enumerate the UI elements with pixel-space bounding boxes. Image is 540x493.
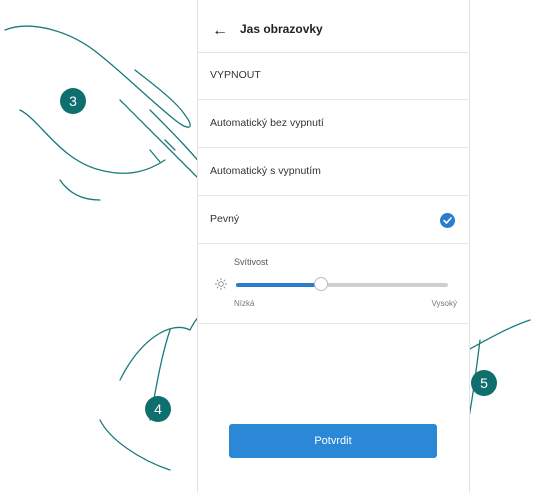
brightness-slider-fill — [236, 283, 321, 287]
option-label: Automatický bez vypnutí — [210, 117, 324, 129]
brightness-high-label: Vysoký — [431, 299, 458, 308]
option-row-pevny[interactable]: Pevný — [198, 196, 469, 244]
checkmark-icon — [440, 213, 455, 228]
option-label: VYPNOUT — [210, 69, 261, 81]
option-label: Automatický s vypnutím — [210, 165, 321, 177]
option-row-auto-no-off[interactable]: Automatický bez vypnutí — [198, 100, 469, 148]
screen-header: ← Jas obrazovky — [198, 12, 469, 53]
page-title: Jas obrazovky — [240, 22, 323, 36]
option-row-vypnout[interactable]: VYPNOUT — [198, 52, 469, 100]
confirm-button[interactable]: Potvrdit — [229, 424, 437, 458]
step-marker-4: 4 — [145, 396, 171, 422]
phone-screen: ← Jas obrazovky VYPNOUT Automatický bez … — [197, 0, 470, 493]
hand-illustration-3 — [4, 25, 216, 201]
step-marker-5: 5 — [471, 370, 497, 396]
option-row-auto-off[interactable]: Automatický s vypnutím — [198, 148, 469, 196]
brightness-slider-block: Svítivost Nízká Vysoký — [198, 245, 469, 324]
arrow-left-icon[interactable]: ← — [210, 21, 230, 41]
brightness-label: Svítivost — [234, 257, 269, 267]
option-label: Pevný — [210, 213, 240, 225]
sun-icon — [215, 278, 227, 290]
brightness-slider[interactable] — [236, 277, 448, 291]
step-marker-3: 3 — [60, 88, 86, 114]
brightness-slider-thumb[interactable] — [313, 277, 328, 291]
brightness-low-label: Nízká — [234, 299, 255, 308]
